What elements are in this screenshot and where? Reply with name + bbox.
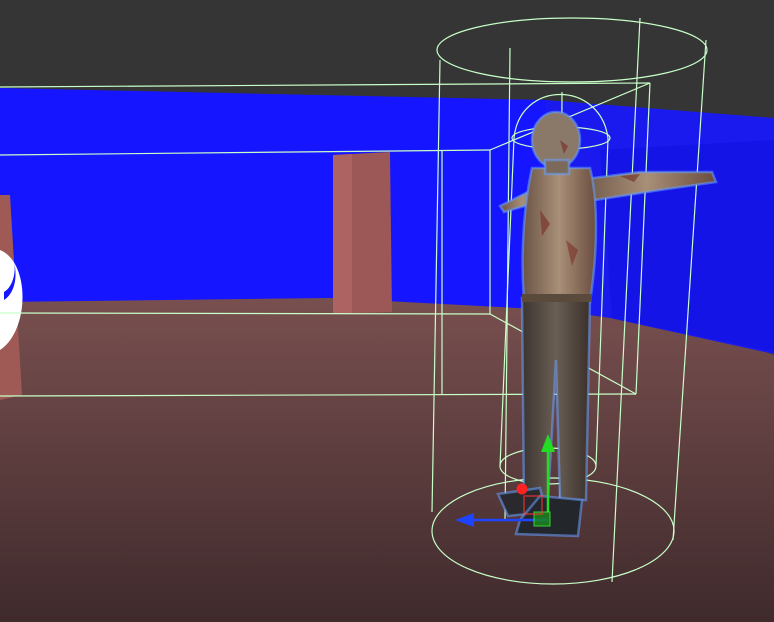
pivot-point-icon[interactable] [516,483,528,495]
back-wall [0,88,555,310]
scene-viewport[interactable] [0,0,774,622]
floor [0,292,774,622]
middle-pillar-highlight [333,154,352,314]
scene-canvas[interactable] [0,0,774,622]
